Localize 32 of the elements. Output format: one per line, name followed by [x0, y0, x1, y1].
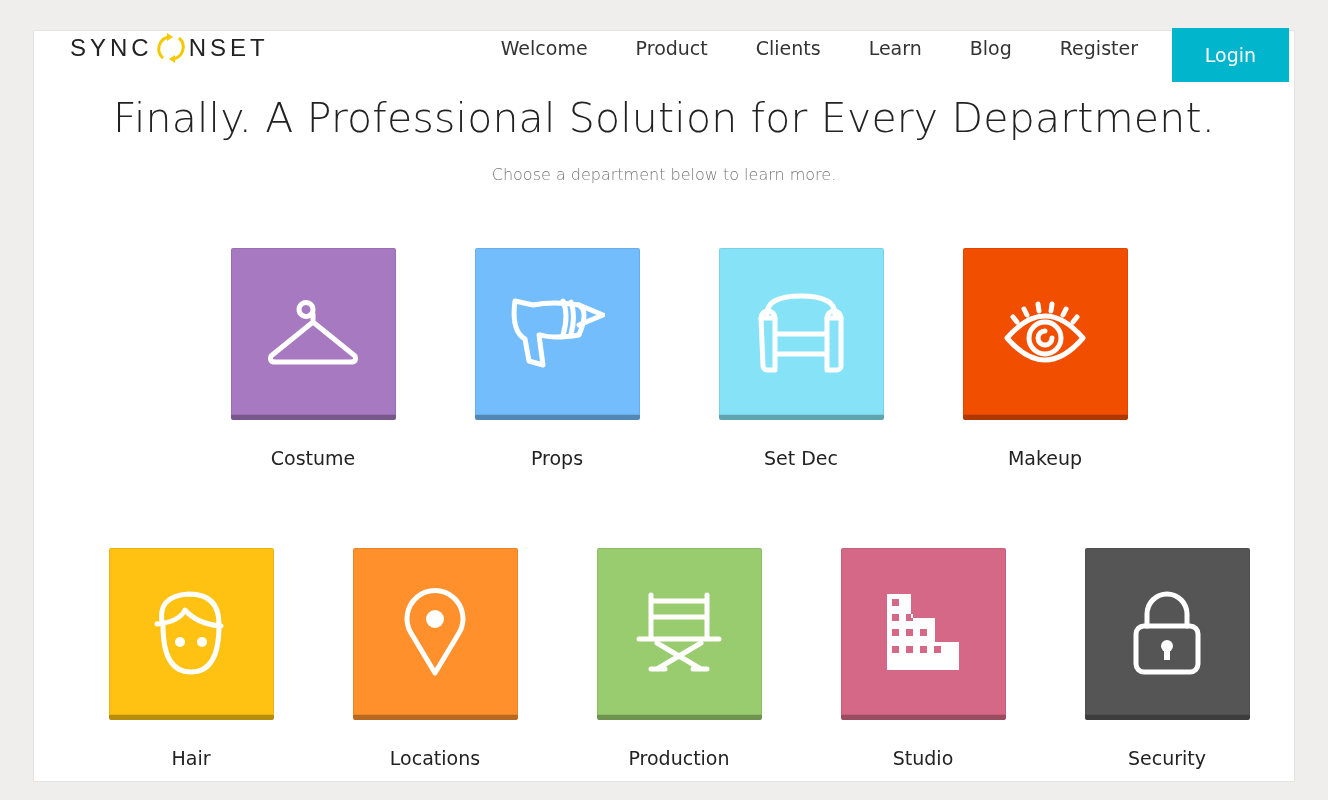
sync-arrows-icon — [154, 32, 187, 64]
page-subheading: Choose a department below to learn more. — [491, 164, 837, 186]
department-tile[interactable] — [108, 548, 274, 720]
department-label: Production — [628, 746, 730, 770]
department-tile[interactable] — [962, 248, 1128, 420]
nav-link[interactable]: Clients — [755, 28, 821, 68]
department-label: Costume — [270, 446, 356, 470]
department-tile[interactable] — [230, 248, 396, 420]
directors-chair-icon — [635, 590, 723, 673]
nav-link[interactable]: Learn — [868, 28, 922, 68]
department-label: Locations — [389, 746, 481, 770]
nav-link[interactable]: Blog — [969, 28, 1012, 68]
department-label: Studio — [892, 746, 954, 770]
department-tile[interactable] — [840, 548, 1006, 720]
department-label: Hair — [171, 746, 211, 770]
department-label: Set Dec — [764, 446, 838, 470]
nav-link[interactable]: Welcome — [500, 28, 588, 68]
map-pin-icon — [402, 586, 468, 677]
eye-icon — [1003, 299, 1087, 364]
department-label: Makeup — [1007, 446, 1083, 470]
department-tile[interactable] — [718, 248, 884, 420]
page-heading: Finally. A Professional Solution for Every Department. — [113, 93, 1215, 144]
nav-link[interactable]: Register — [1059, 28, 1138, 68]
logo[interactable]: SYNC NSET — [70, 28, 269, 68]
department-tile[interactable] — [474, 248, 640, 420]
nav-link[interactable]: Product — [635, 28, 708, 68]
building-icon — [887, 593, 959, 670]
department-tile[interactable] — [1084, 548, 1250, 720]
department-label: Props — [530, 446, 584, 470]
department-tile[interactable] — [596, 548, 762, 720]
department-label: Security — [1128, 746, 1206, 770]
department-tile[interactable] — [352, 548, 518, 720]
